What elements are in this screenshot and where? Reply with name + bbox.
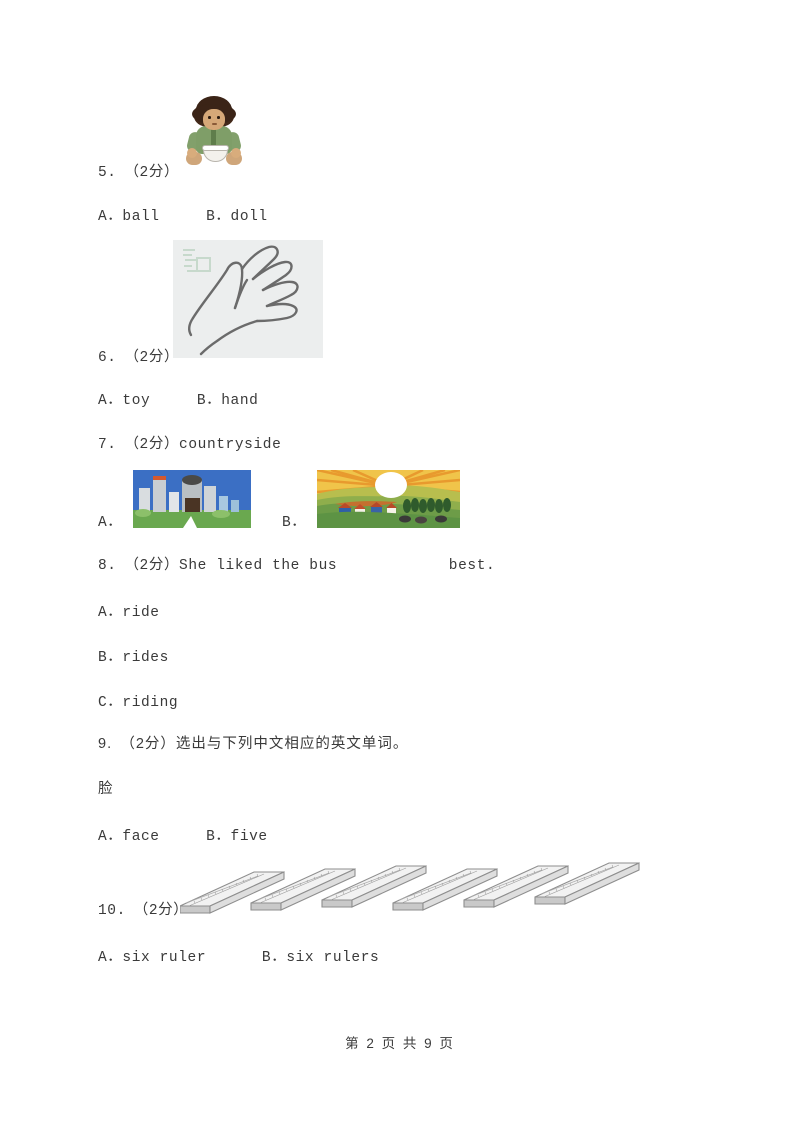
six-rulers-illustration <box>179 858 640 918</box>
question-8-option-a: A．ride <box>98 605 160 621</box>
question-5-prompt: 5. （2分） <box>98 165 180 181</box>
doll-eye-right <box>217 116 220 119</box>
question-9-chinese-word: 脸 <box>98 781 114 797</box>
doll-hand-left <box>187 148 197 158</box>
question-10-prompt: 10. （2分） <box>98 903 189 919</box>
question-5-options: A．ball B．doll <box>98 209 268 225</box>
city-skyline-illustration <box>133 470 251 528</box>
question-8-option-b: B．rides <box>98 650 169 666</box>
faint-green-stamp-icon <box>183 249 211 272</box>
question-9-options: A．face B．five <box>98 829 268 845</box>
countryside-sunset-illustration <box>317 470 460 528</box>
doll-face <box>203 109 225 130</box>
question-7-option-b-label: B． <box>282 515 307 531</box>
question-7-option-a-label: A． <box>98 515 123 531</box>
question-7-prompt: 7. （2分）countryside <box>98 437 282 453</box>
question-6-prompt: 6. （2分） <box>98 350 180 366</box>
doll-illustration <box>182 96 246 168</box>
question-9-prompt: 9. （2分）选出与下列中文相应的英文单词。 <box>98 736 409 752</box>
six-rulers-icon <box>179 862 640 914</box>
question-6-options: A．toy B．hand <box>98 393 259 409</box>
question-8-option-c: C．riding <box>98 695 179 711</box>
city-skyline-icon <box>133 470 251 528</box>
countryside-sunset-icon <box>317 470 460 528</box>
question-8-prompt: 8. （2分）She liked the bus best. <box>98 558 496 574</box>
question-10-options: A．six ruler B．six rulers <box>98 950 380 966</box>
page-footer: 第 2 页 共 9 页 <box>345 1036 455 1051</box>
doll-hand-right <box>231 148 241 158</box>
doll-mouth <box>212 123 217 125</box>
hand-drawing <box>173 240 323 358</box>
doll-eye-left <box>208 116 211 119</box>
exam-page: 5. （2分） A．ball B．doll 6. （2分） A．toy B．ha… <box>0 0 800 1132</box>
doll-bowl <box>202 145 229 162</box>
